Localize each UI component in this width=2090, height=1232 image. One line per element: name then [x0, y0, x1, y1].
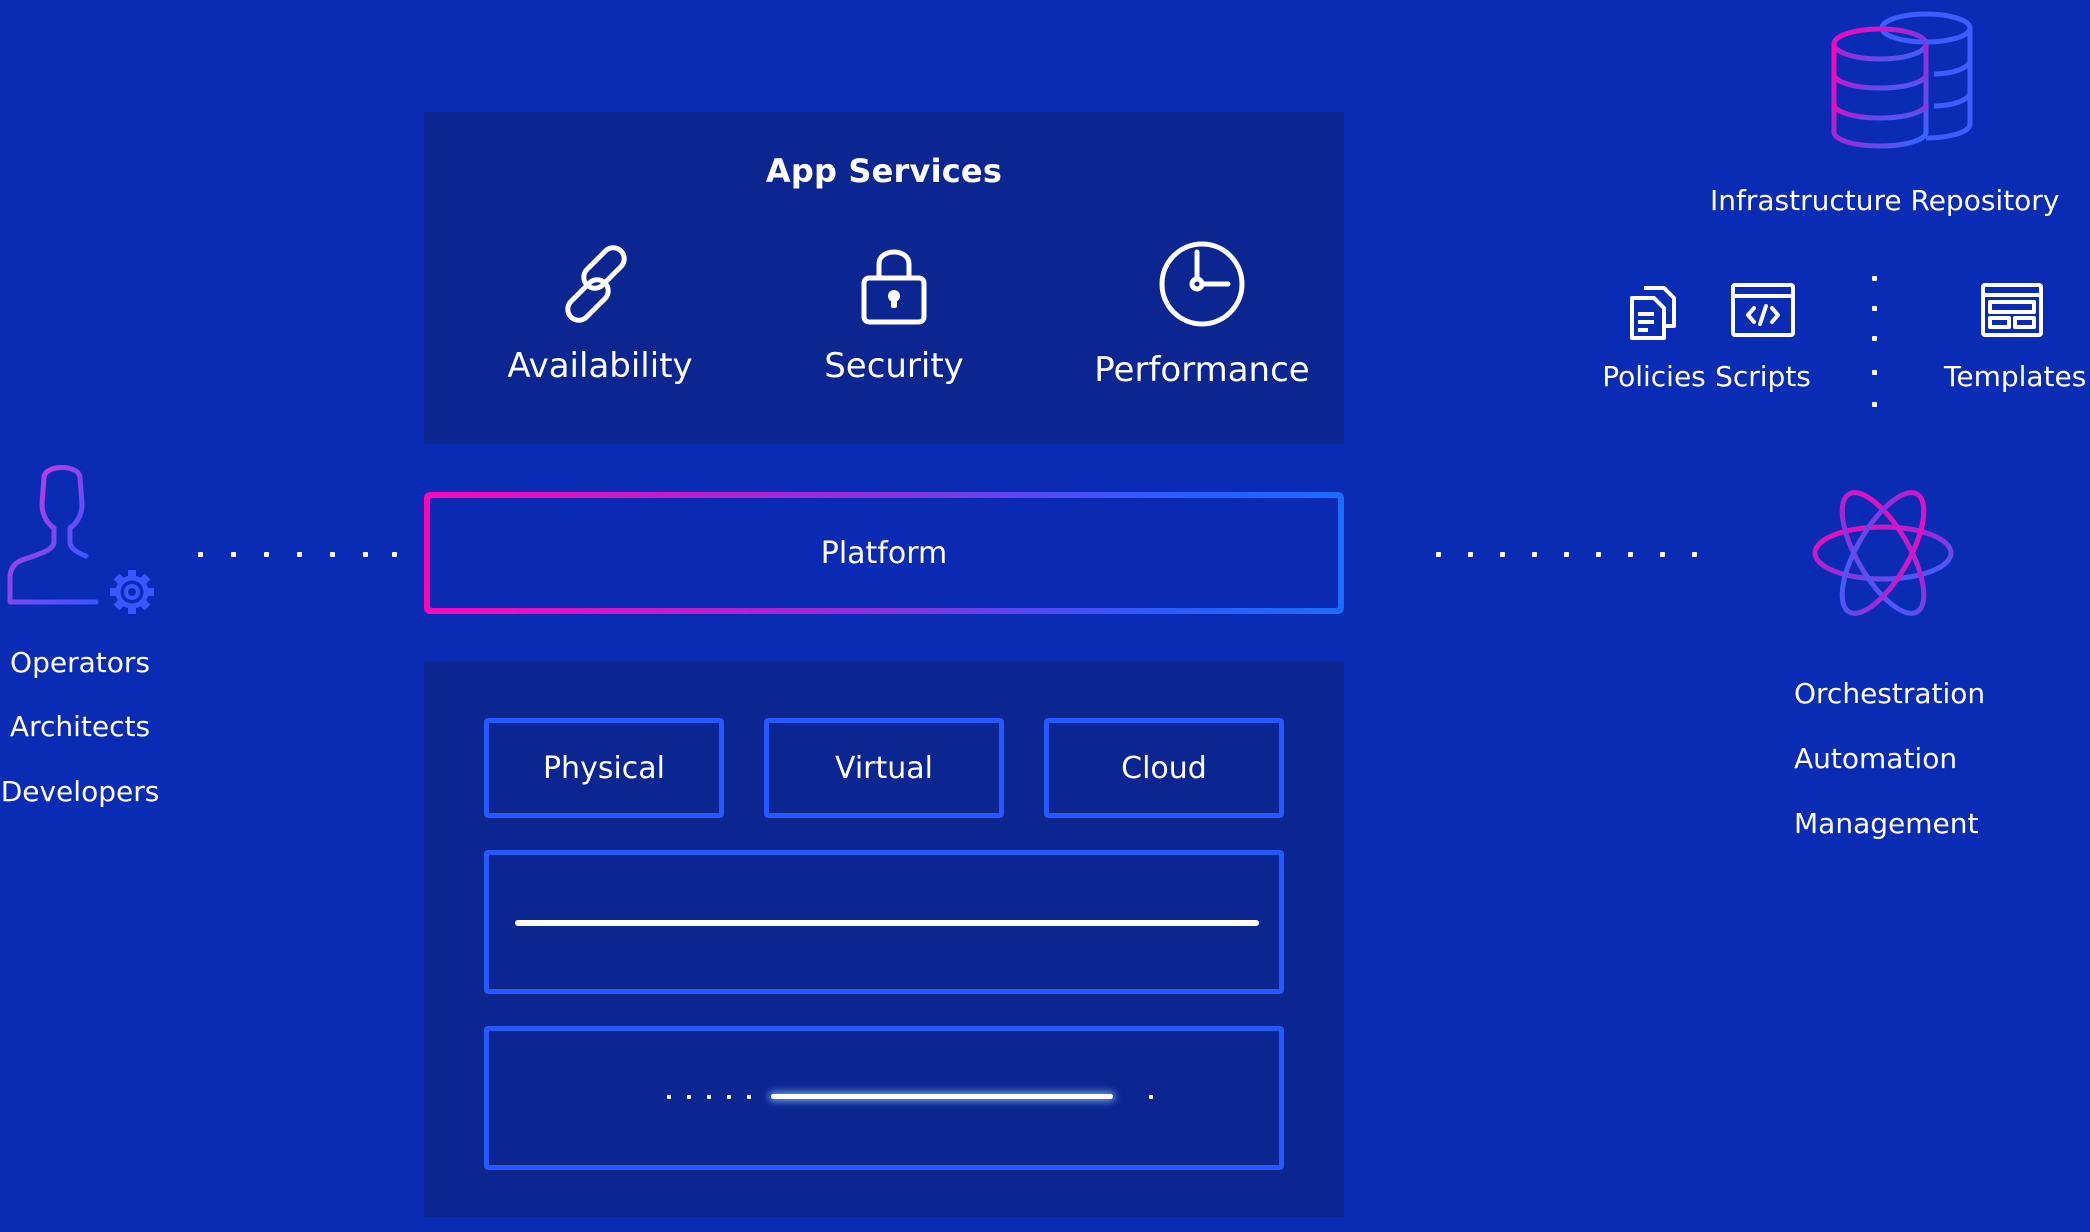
- service-performance: Performance: [1052, 238, 1352, 390]
- lock-icon: [861, 249, 927, 325]
- platform-box: Platform: [430, 498, 1338, 608]
- repo-label-templates: Templates: [1944, 360, 2087, 393]
- scripts-icon-wrap: [1730, 282, 1796, 338]
- role-label-operators: Operators: [10, 646, 150, 679]
- service-label-availability: Availability: [507, 346, 693, 386]
- template-icon: [1981, 283, 2043, 337]
- gear-icon: [110, 570, 154, 614]
- capability-automation: Automation: [1794, 742, 1958, 775]
- database-icon: [1831, 11, 1973, 149]
- user-roles: Operators Architects Developers: [0, 645, 160, 810]
- infra-layer-box: [484, 850, 1284, 994]
- service-label-security: Security: [824, 346, 964, 386]
- role-label-developers: Developers: [0, 775, 160, 808]
- service-security: Security: [744, 240, 1044, 386]
- documents-icon: [1630, 286, 1676, 340]
- capability-management: Management: [1794, 807, 1979, 840]
- orchestration-capabilities: Orchestration Automation Management: [1794, 676, 2034, 842]
- repo-label-policies: Policies: [1602, 360, 1706, 393]
- architecture-diagram: Operators Architects Developers App Serv…: [0, 0, 2090, 1232]
- code-window-icon: [1731, 283, 1795, 337]
- repository-title: Infrastructure Repository: [1710, 184, 2060, 217]
- infra-cloud: Cloud: [1044, 718, 1284, 818]
- link-icon: [565, 245, 627, 323]
- infra-label-physical: Physical: [542, 750, 666, 786]
- clock-icon: [1159, 241, 1245, 327]
- infra-label-cloud: Cloud: [1121, 750, 1207, 786]
- infra-layer-line: [515, 920, 1259, 926]
- infra-label-virtual: Virtual: [834, 750, 934, 786]
- flow-indicator: [489, 1031, 1279, 1165]
- templates-icon-wrap: [1980, 282, 2044, 338]
- repo-label-scripts: Scripts: [1715, 360, 1811, 393]
- app-services-panel: App Services Availability Security Perfo…: [424, 112, 1344, 444]
- infrastructure-panel: Physical Virtual Cloud: [424, 662, 1344, 1217]
- atom-icon: [1812, 490, 1954, 616]
- policies-icon-wrap: [1624, 282, 1684, 342]
- service-label-performance: Performance: [1094, 350, 1310, 390]
- role-label-architects: Architects: [9, 710, 151, 743]
- service-availability: Availability: [450, 240, 750, 386]
- infra-virtual: Virtual: [764, 718, 1004, 818]
- user-gear-icon: [7, 465, 154, 614]
- platform-label: Platform: [820, 535, 948, 571]
- infra-flow-box: [484, 1026, 1284, 1170]
- app-services-title: App Services: [765, 152, 1003, 190]
- capability-orchestration: Orchestration: [1794, 677, 1986, 710]
- infra-physical: Physical: [484, 718, 724, 818]
